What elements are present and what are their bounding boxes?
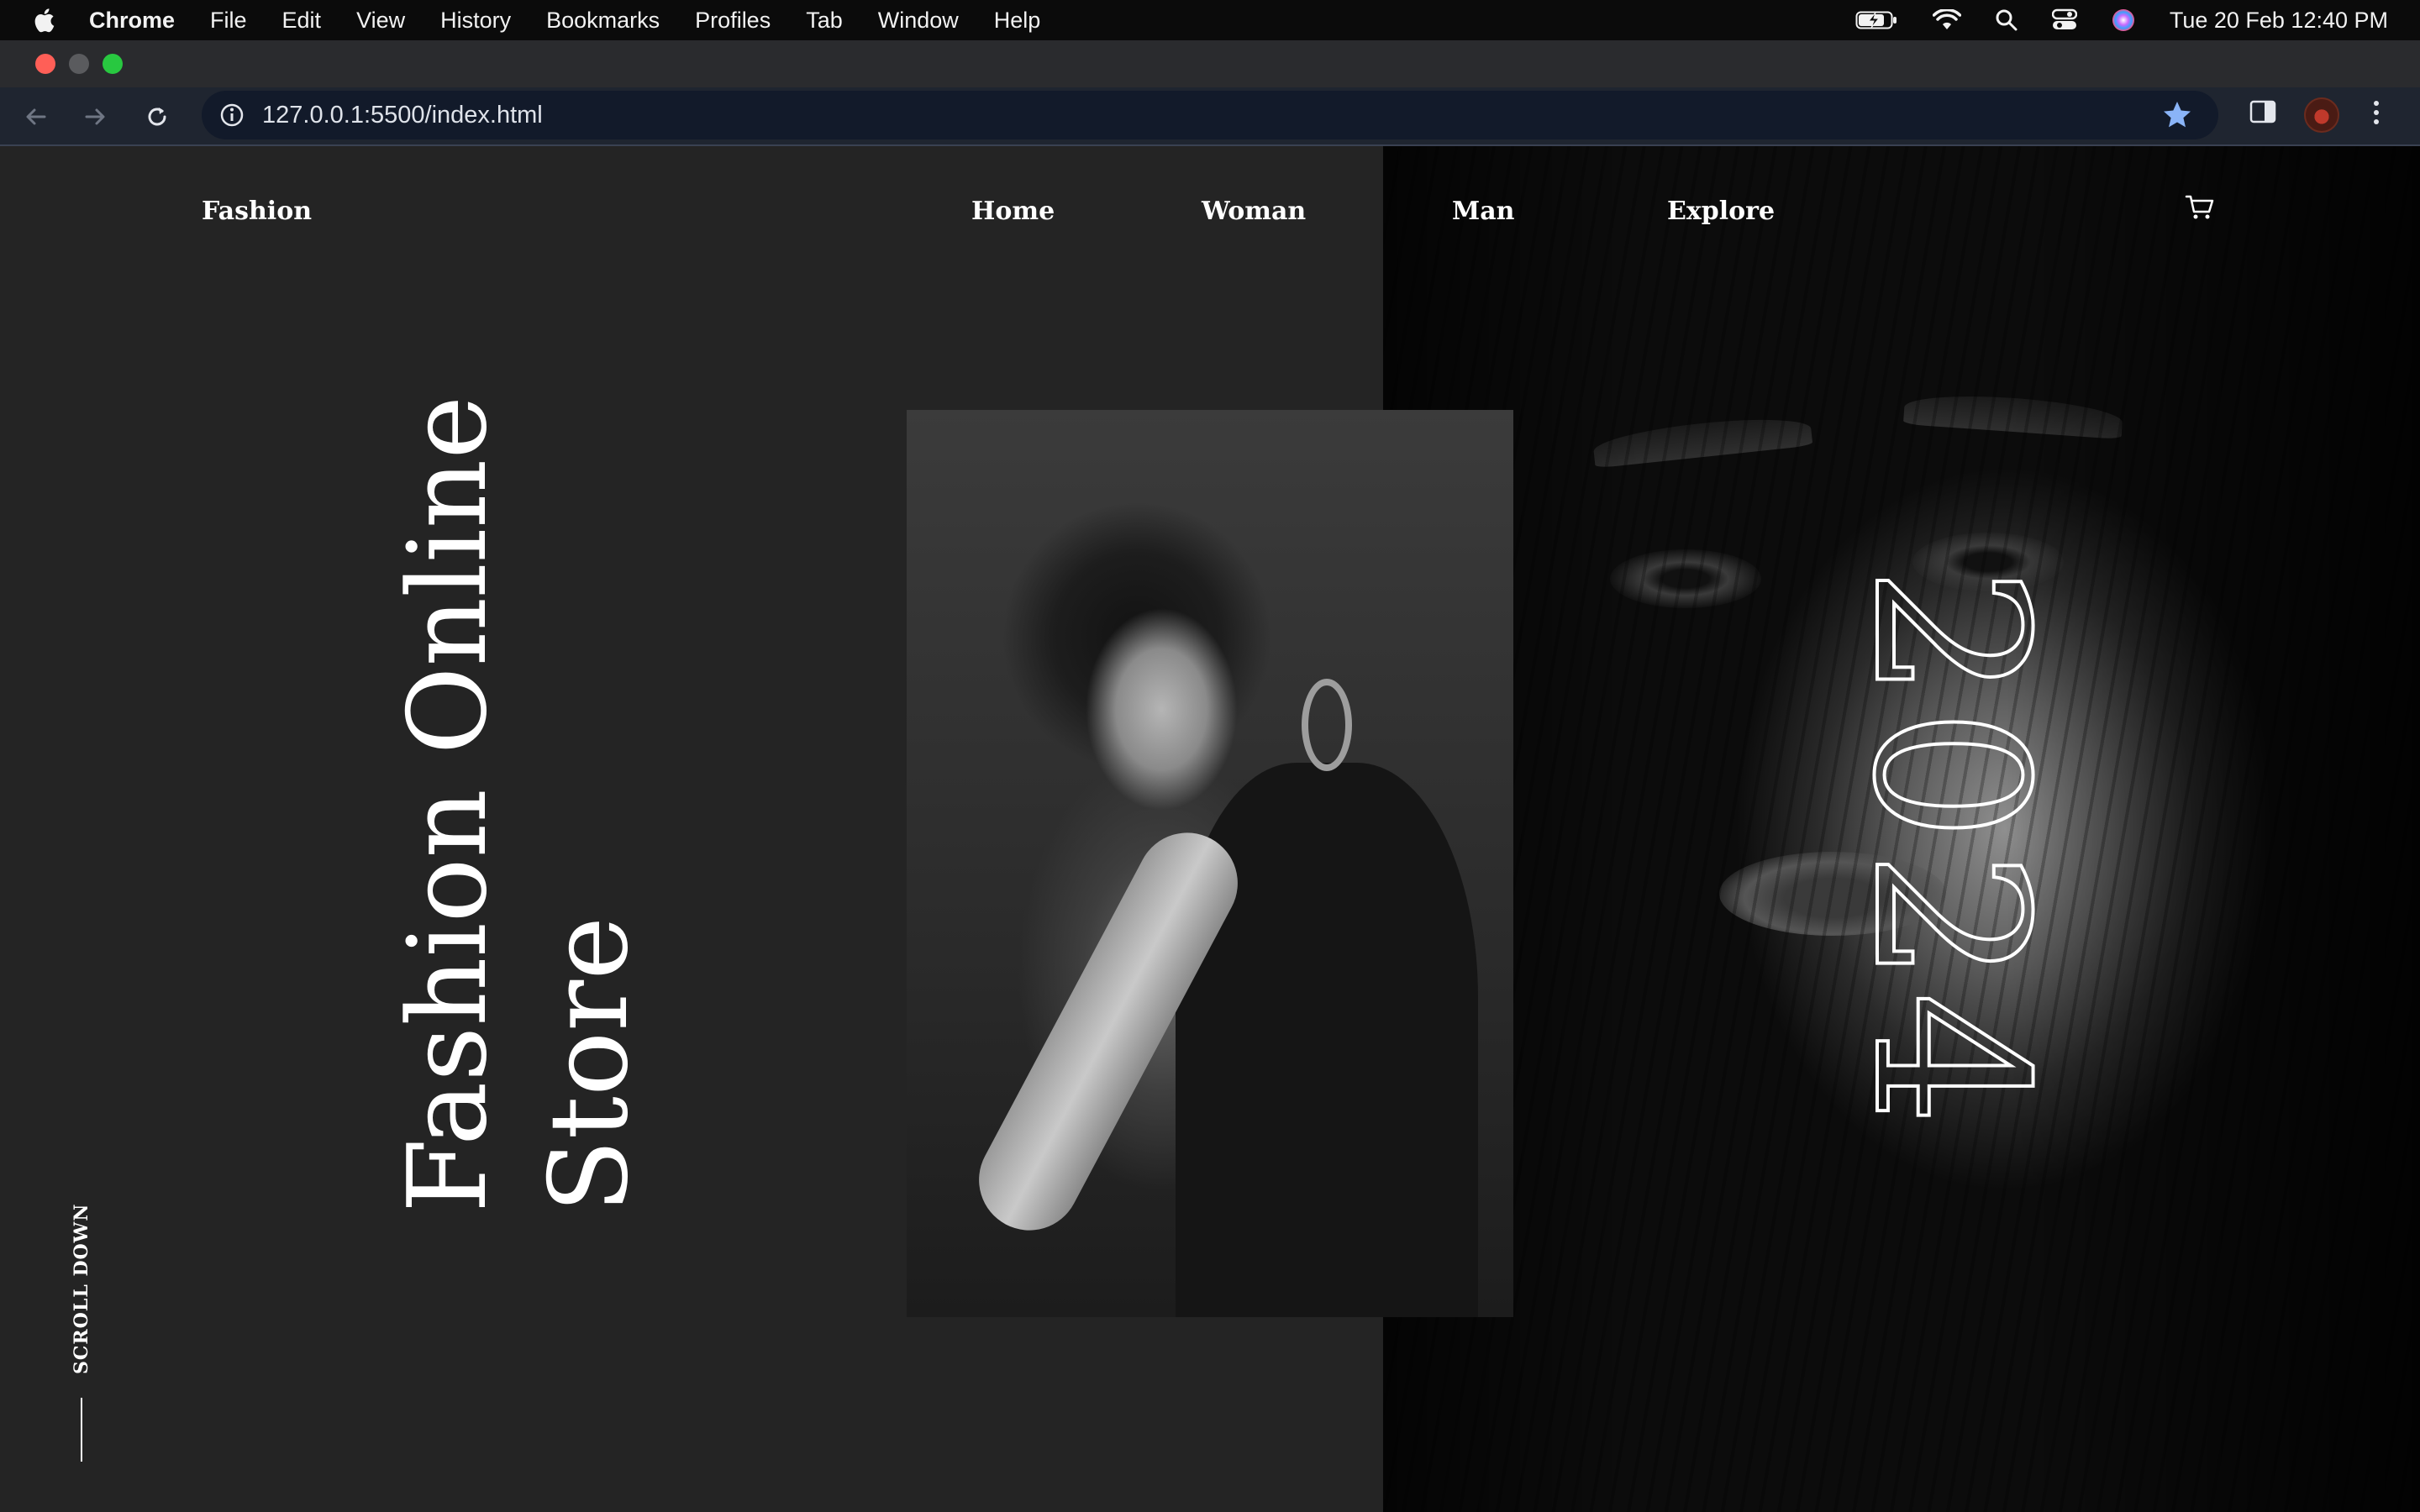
menubar-datetime[interactable]: Tue 20 Feb 12:40 PM bbox=[2170, 8, 2388, 34]
headline-line-1: Fashion Online bbox=[386, 395, 511, 1213]
nav-link-man[interactable]: Man bbox=[1452, 197, 1514, 226]
close-window-button[interactable] bbox=[35, 54, 55, 74]
menu-history[interactable]: History bbox=[440, 8, 511, 34]
nav-link-woman[interactable]: Woman bbox=[1202, 197, 1306, 226]
site-info-icon[interactable] bbox=[215, 98, 249, 132]
nav-link-explore[interactable]: Explore bbox=[1667, 197, 1775, 226]
back-arrow-icon[interactable] bbox=[18, 99, 54, 134]
menu-tab[interactable]: Tab bbox=[806, 8, 843, 34]
menu-profiles[interactable]: Profiles bbox=[695, 8, 771, 34]
scroll-down-label[interactable]: SCROLL DOWN bbox=[71, 1204, 92, 1375]
model-photo-card bbox=[907, 410, 1513, 1317]
menu-bookmarks[interactable]: Bookmarks bbox=[546, 8, 660, 34]
shopping-cart-icon[interactable] bbox=[2185, 193, 2215, 226]
zoom-window-button[interactable] bbox=[103, 54, 123, 74]
menu-window[interactable]: Window bbox=[878, 8, 959, 34]
side-panel-icon[interactable] bbox=[2249, 97, 2277, 126]
brand-logo-link[interactable]: Fashion bbox=[202, 197, 312, 226]
macos-menu-bar: Chrome File Edit View History Bookmarks … bbox=[0, 0, 2420, 40]
control-center-icon[interactable] bbox=[2051, 8, 2077, 32]
reload-icon[interactable] bbox=[139, 99, 175, 134]
address-bar-url[interactable]: 127.0.0.1:5500/index.html bbox=[262, 102, 543, 129]
hero-headline: Fashion Online Store bbox=[378, 396, 660, 1213]
menu-file[interactable]: File bbox=[210, 8, 247, 34]
siri-icon[interactable] bbox=[2111, 8, 2136, 33]
menu-app-name[interactable]: Chrome bbox=[89, 8, 175, 34]
spotlight-search-icon[interactable] bbox=[1995, 8, 2018, 32]
apple-logo-icon[interactable] bbox=[34, 6, 59, 34]
nav-link-home[interactable]: Home bbox=[971, 197, 1055, 226]
battery-charging-icon[interactable] bbox=[1855, 9, 1899, 31]
profile-avatar[interactable] bbox=[2304, 97, 2339, 133]
more-menu-icon[interactable] bbox=[2370, 97, 2383, 128]
menu-help[interactable]: Help bbox=[994, 8, 1041, 34]
address-bar[interactable]: 127.0.0.1:5500/index.html bbox=[202, 91, 2218, 139]
minimize-window-button[interactable] bbox=[69, 54, 89, 74]
year-outline-text: 2024 bbox=[1826, 564, 2074, 1136]
headline-line-2: Store bbox=[527, 916, 652, 1213]
web-page: Fashion Home Woman Man Explore Fashion O… bbox=[0, 146, 2420, 1512]
scroll-indicator-line bbox=[81, 1398, 82, 1462]
menu-view[interactable]: View bbox=[356, 8, 405, 34]
bookmark-star-icon[interactable] bbox=[2161, 99, 2193, 135]
forward-arrow-icon[interactable] bbox=[77, 99, 113, 134]
menu-edit[interactable]: Edit bbox=[282, 8, 322, 34]
browser-title-bar bbox=[0, 40, 2420, 87]
browser-toolbar: 127.0.0.1:5500/index.html bbox=[0, 87, 2420, 146]
wifi-icon[interactable] bbox=[1932, 9, 1961, 31]
menubar-status-area: Tue 20 Feb 12:40 PM bbox=[1855, 8, 2388, 34]
